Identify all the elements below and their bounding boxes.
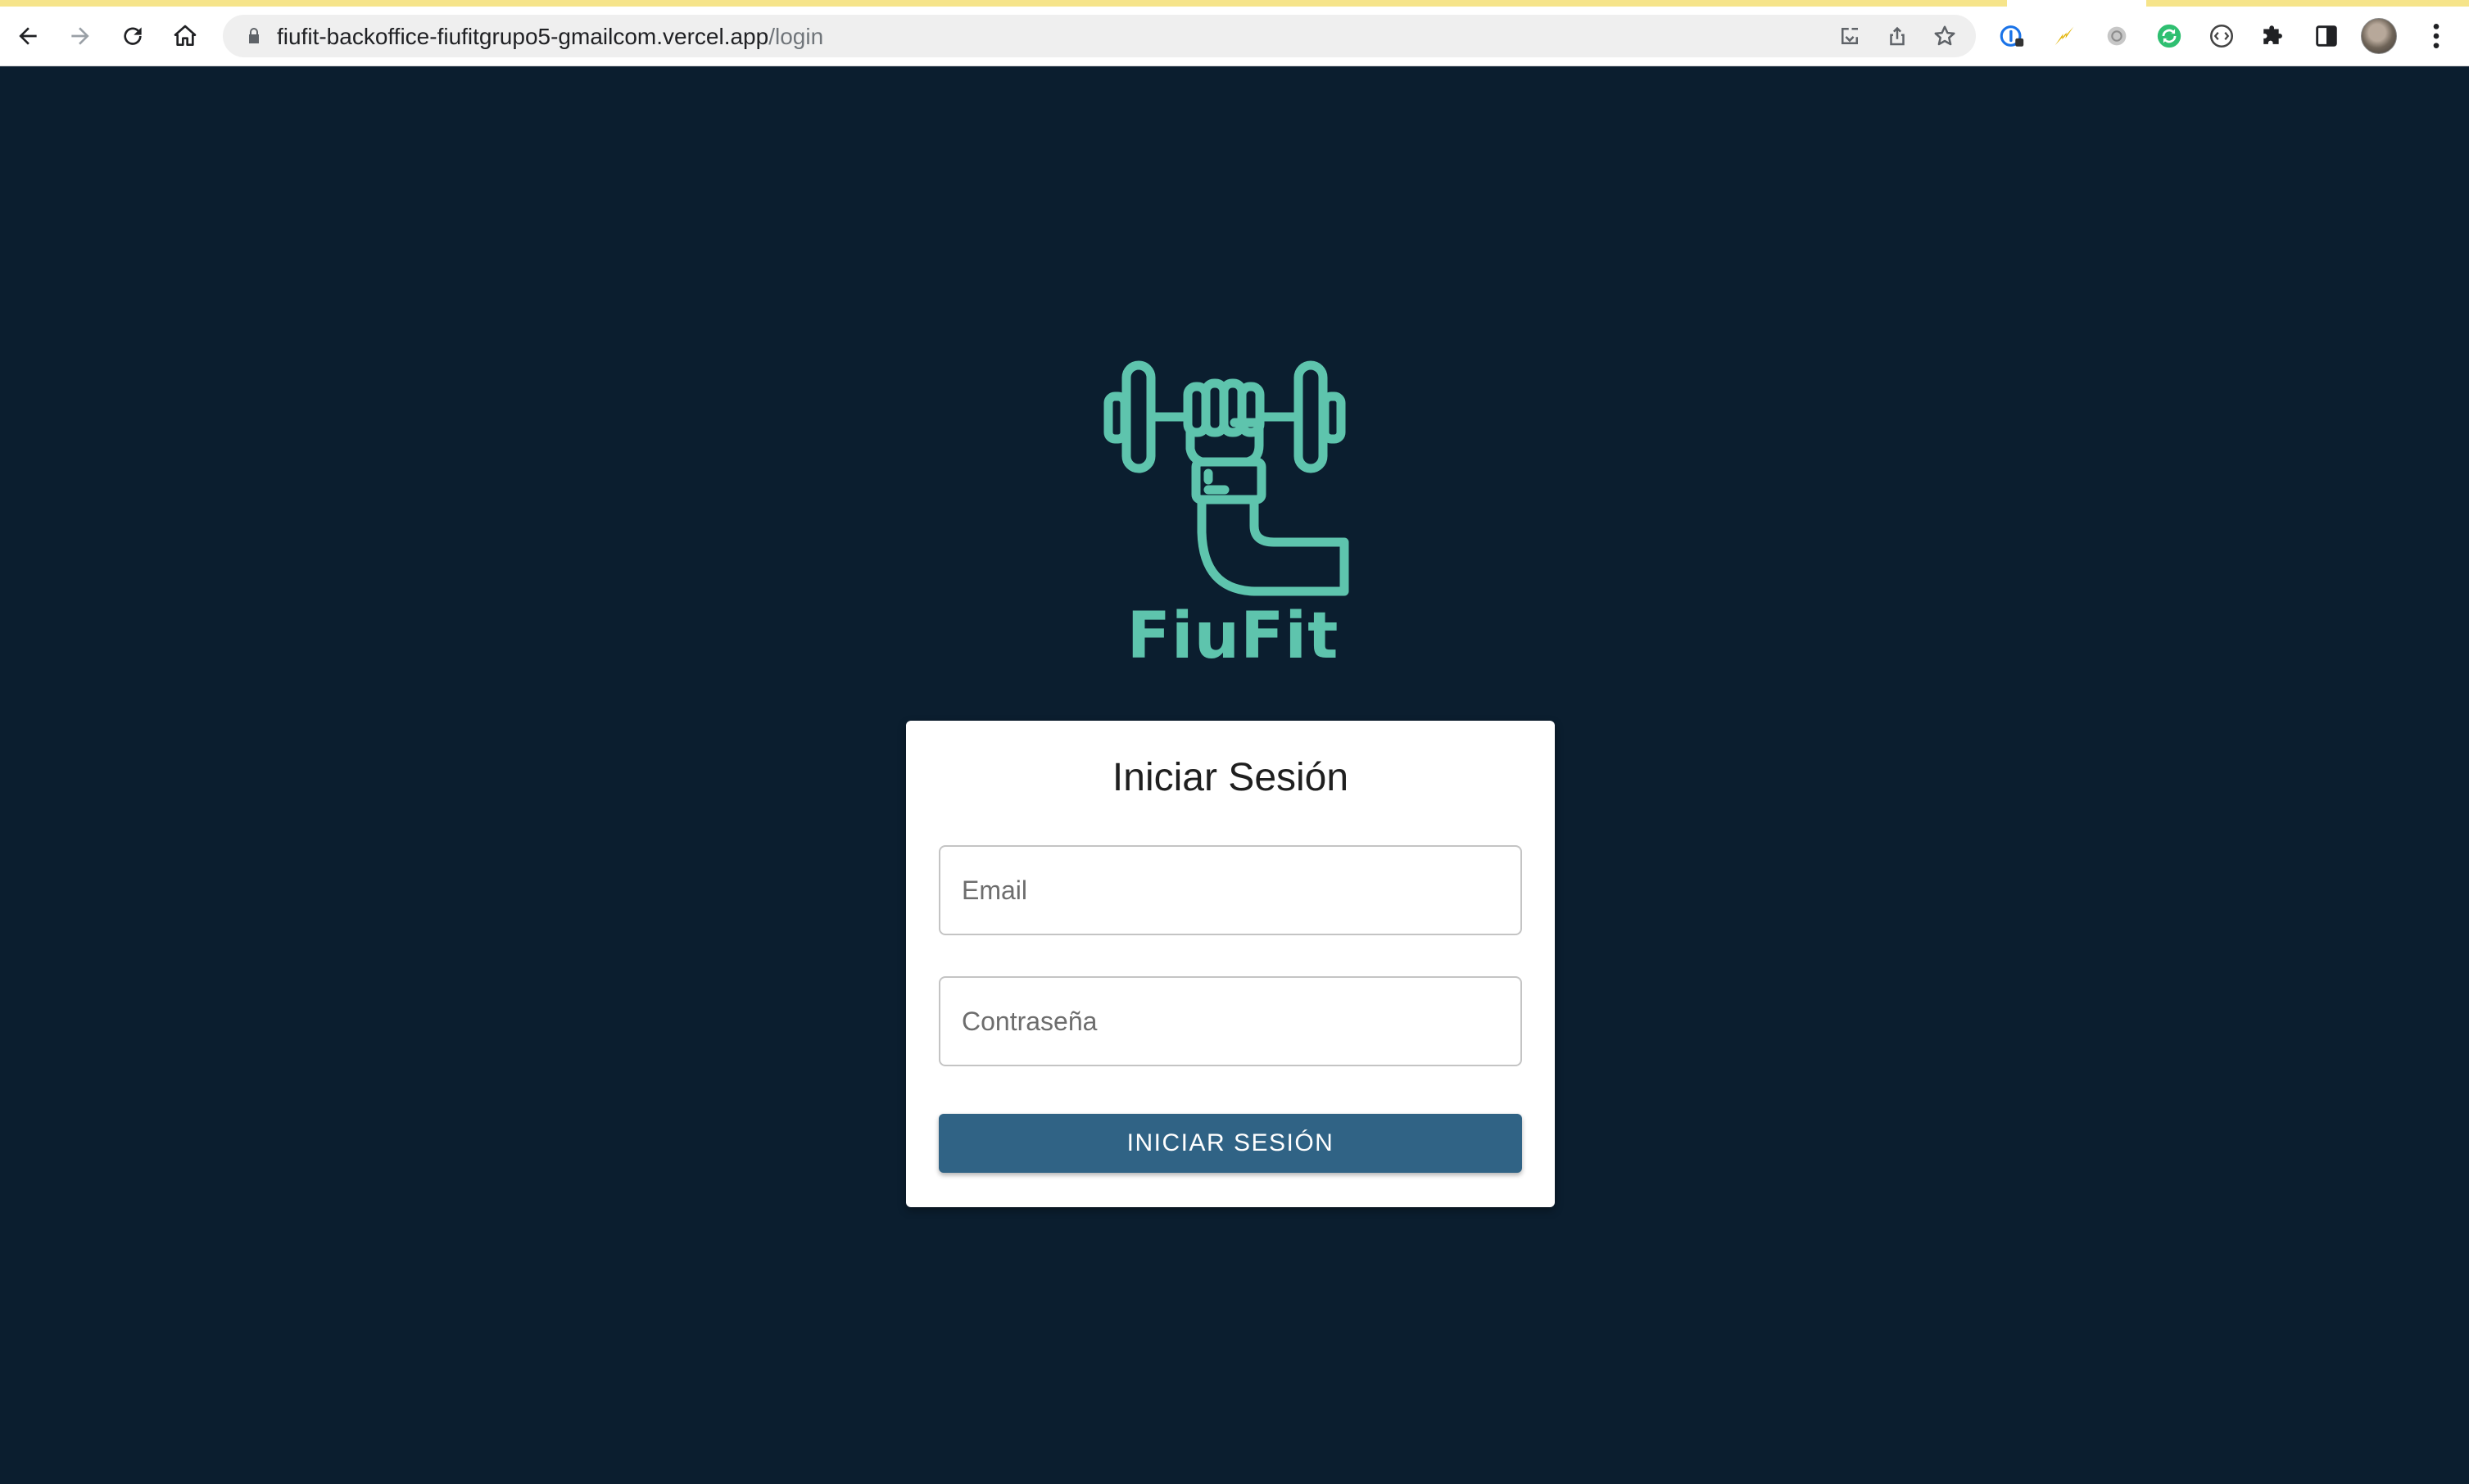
code-extension-button[interactable] <box>2204 18 2240 54</box>
email-field[interactable] <box>939 845 1522 935</box>
green-refresh-extension-button[interactable] <box>2151 18 2187 54</box>
fiufit-logo: FiuFit <box>1102 344 1364 673</box>
install-app-button[interactable] <box>1833 20 1866 52</box>
home-icon <box>174 25 197 46</box>
circle-extension-button[interactable] <box>2099 18 2135 54</box>
arrow-left-icon <box>19 27 37 45</box>
side-panel-icon <box>2316 25 2337 47</box>
extensions-bar <box>1994 16 2397 56</box>
url-path: /login <box>768 24 824 49</box>
lock-icon[interactable] <box>244 26 264 46</box>
green-refresh-extension-icon <box>2157 24 2181 48</box>
kebab-menu-icon[interactable] <box>2420 20 2453 52</box>
password-input[interactable] <box>940 978 1520 1065</box>
browser-toolbar: fiufit-backoffice-fiufitgrupo5-gmailcom.… <box>0 7 2469 66</box>
extensions-menu-button[interactable] <box>2256 18 2292 54</box>
url-host: fiufit-backoffice-fiufitgrupo5-gmailcom.… <box>277 24 769 49</box>
install-app-icon <box>1842 28 1858 44</box>
star-icon <box>1934 25 1955 46</box>
lightning-extension-button[interactable] <box>2046 18 2082 54</box>
arrow-right-icon <box>71 27 89 45</box>
share-button[interactable] <box>1881 20 1914 52</box>
login-submit-button[interactable]: INICIAR SESIÓN <box>939 1114 1522 1173</box>
code-extension-icon <box>2209 24 2234 48</box>
home-button[interactable] <box>165 16 205 56</box>
lightning-extension-icon <box>2054 26 2074 46</box>
address-bar-actions <box>1833 20 1961 52</box>
puzzle-extensions-icon <box>2263 25 2282 44</box>
back-button[interactable] <box>8 16 48 56</box>
url-text[interactable]: fiufit-backoffice-fiufitgrupo5-gmailcom.… <box>277 24 823 50</box>
side-panel-button[interactable] <box>2308 18 2344 54</box>
logo-wordmark: FiuFit <box>1126 599 1339 673</box>
password-field[interactable] <box>939 976 1522 1066</box>
profile-avatar[interactable] <box>2361 18 2397 54</box>
login-card: Iniciar Sesión INICIAR SESIÓN <box>906 721 1555 1207</box>
login-title: Iniciar Sesión <box>1112 756 1349 799</box>
email-input[interactable] <box>940 847 1520 934</box>
reload-icon <box>124 27 142 45</box>
accent-bar-gap <box>2007 0 2146 7</box>
circle-extension-icon <box>2107 26 2127 46</box>
onepassword-extension-button[interactable] <box>1994 18 2030 54</box>
dumbbell-arm-logo-icon <box>1103 360 1349 596</box>
bookmark-button[interactable] <box>1928 20 1961 52</box>
forward-button[interactable] <box>61 16 100 56</box>
onepassword-extension-icon <box>2000 25 2024 47</box>
share-icon <box>1890 26 1905 46</box>
reload-button[interactable] <box>113 16 152 56</box>
address-bar[interactable]: fiufit-backoffice-fiufitgrupo5-gmailcom.… <box>223 15 1976 57</box>
